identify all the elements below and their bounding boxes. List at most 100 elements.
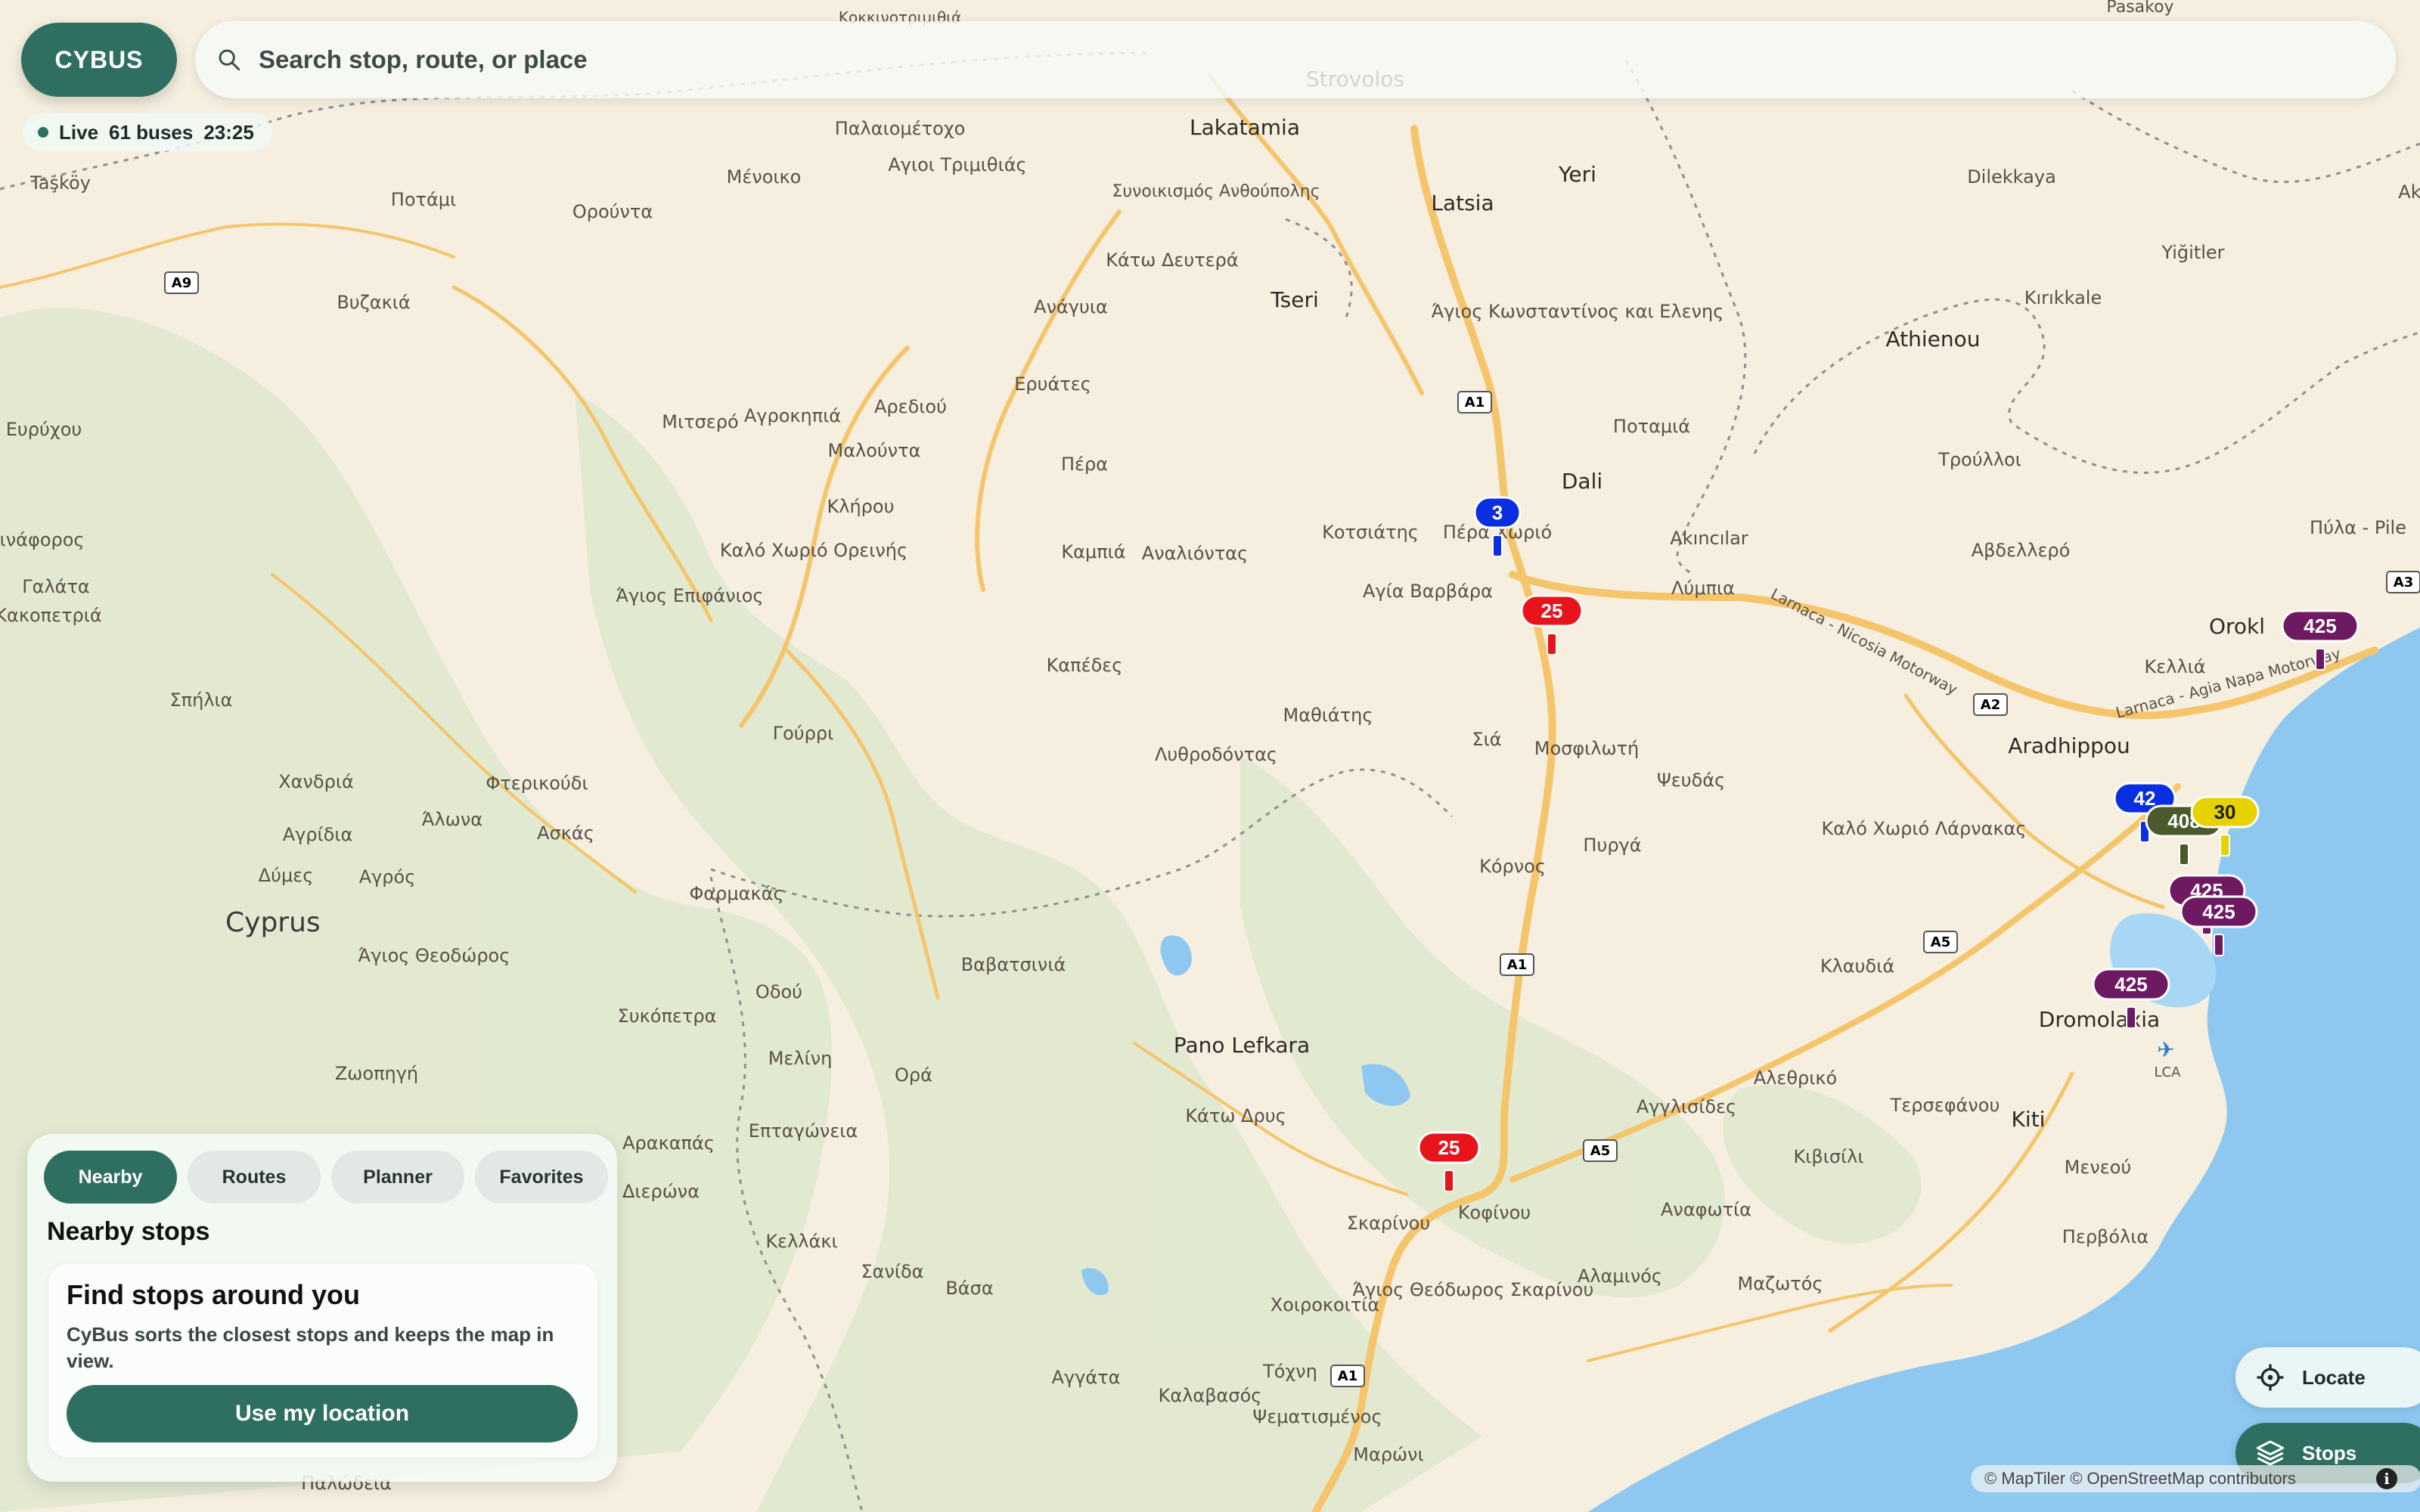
- svg-text:✈: ✈: [2157, 1038, 2174, 1061]
- tab-favorites[interactable]: Favorites: [475, 1151, 608, 1204]
- place-label: Kırıkkale: [2024, 287, 2102, 308]
- svg-text:A3: A3: [2394, 575, 2413, 590]
- place-label: Φτερικούδι: [486, 773, 588, 794]
- tab-planner[interactable]: Planner: [331, 1151, 464, 1204]
- place-label: Άγιος Θεοδώρος: [358, 945, 510, 966]
- place-label: Βαβατσινιά: [961, 954, 1066, 975]
- place-label: Άγιος Επιφάνιος: [616, 585, 763, 606]
- place-label: Μοσφιλωτή: [1534, 738, 1640, 759]
- place-label: Tseri: [1270, 287, 1319, 312]
- place-label: Πύλα - Pile: [2310, 517, 2406, 538]
- bus-vehicle-icon: [2126, 1006, 2136, 1029]
- live-time: 23:25: [203, 120, 254, 144]
- brand-logo[interactable]: CYBUS: [21, 23, 177, 97]
- place-label: Μένοικο: [727, 166, 802, 187]
- live-indicator-dot: [38, 127, 48, 138]
- nearby-panel: Nearby Routes Planner Favorites Nearby s…: [27, 1134, 617, 1482]
- search-input[interactable]: [257, 45, 2302, 75]
- place-label: Dali: [1562, 469, 1602, 494]
- place-label: Αναλιόντας: [1142, 543, 1248, 564]
- place-label: Ποταμιά: [1613, 416, 1690, 437]
- place-label: Κάτω Δευτερά: [1106, 249, 1239, 271]
- place-label: Αγροκηπιά: [744, 405, 841, 426]
- bus-count: 61 buses: [109, 120, 194, 144]
- place-label: Οδού: [755, 981, 802, 1002]
- place-label: Μαζωτός: [1738, 1273, 1823, 1294]
- use-my-location-button[interactable]: Use my location: [67, 1385, 578, 1442]
- place-label: Καλαβασός: [1159, 1385, 1262, 1406]
- place-label: Dromolaxia: [2039, 1007, 2160, 1032]
- place-label: Ορά: [895, 1064, 932, 1086]
- live-status-badge: Live 61 buses 23:25: [23, 113, 272, 151]
- place-label: Κοφίνου: [1458, 1202, 1531, 1223]
- place-label: Ζωοπηγή: [335, 1063, 418, 1084]
- place-label: Orokl: [2209, 614, 2265, 639]
- place-label: Αγγάτα: [1052, 1367, 1121, 1388]
- place-label: Μιτσερό: [662, 411, 738, 432]
- panel-title: Nearby stops: [47, 1217, 210, 1246]
- place-label: Τερσεφάνου: [1890, 1095, 2000, 1116]
- place-label: Καμπιά: [1061, 541, 1125, 562]
- place-label: Άγιος Θεόδωρος Σκαρίνου: [1353, 1279, 1594, 1300]
- tab-nearby[interactable]: Nearby: [44, 1151, 177, 1204]
- place-label: Κελλάκι: [765, 1231, 837, 1252]
- place-label: Aradhippou: [2008, 733, 2130, 758]
- place-label: Καλό Χωριό Ορεινής: [720, 540, 908, 561]
- place-label: Βάσα: [945, 1278, 993, 1299]
- place-label: Δύμες: [259, 865, 314, 886]
- place-label: Akdoğan: [2398, 181, 2420, 203]
- place-label: Akıncılar: [1670, 528, 1748, 549]
- place-label: Κακοπετριά: [0, 605, 102, 626]
- place-label: Επταγώνεια: [749, 1120, 858, 1142]
- bus-route-label: 42: [2134, 787, 2156, 810]
- place-label: Άγιος Κωνσταντίνος και Ελενης: [1432, 301, 1724, 322]
- info-icon[interactable]: i: [2376, 1468, 2397, 1489]
- place-label: Κλαυδιά: [1820, 956, 1894, 977]
- search-icon: [219, 49, 240, 71]
- place-label: Κοτσιάτης: [1322, 522, 1419, 543]
- place-label: Τόχνη: [1262, 1361, 1317, 1382]
- tab-routes[interactable]: Routes: [188, 1151, 321, 1204]
- place-label: Σπήλια: [170, 689, 233, 711]
- bus-vehicle-icon: [2214, 934, 2224, 956]
- place-label: Αρεδιού: [874, 396, 947, 417]
- airport-icon: ✈: [2157, 1038, 2174, 1061]
- place-label: Περβόλια: [2062, 1226, 2149, 1247]
- place-label: Γούρρι: [773, 723, 834, 744]
- locate-button[interactable]: Locate: [2235, 1347, 2420, 1408]
- place-label: Κιβισίλι: [1794, 1146, 1864, 1167]
- svg-text:A1: A1: [1465, 395, 1485, 411]
- map-attribution[interactable]: © MapTiler © OpenStreetMap contributors: [1971, 1465, 2420, 1492]
- place-label: Ανάγυια: [1034, 296, 1108, 318]
- bus-vehicle-icon: [1547, 633, 1557, 655]
- search-bar[interactable]: [195, 21, 2396, 98]
- place-label: Χανδριά: [278, 771, 354, 792]
- bus-route-label: 25: [1438, 1136, 1460, 1159]
- live-label: Live: [59, 120, 99, 144]
- place-label: Πέρα: [1061, 454, 1108, 475]
- crosshair-icon: [2257, 1364, 2284, 1391]
- place-label: Μαρώνι: [1353, 1444, 1423, 1465]
- place-label: Pano Lefkara: [1174, 1033, 1310, 1058]
- place-label: Διερώνα: [622, 1181, 700, 1202]
- place-label: LCA: [2155, 1064, 2182, 1080]
- place-label: Φαρμακάς: [689, 883, 783, 904]
- place-label: Σκαρίνου: [1347, 1213, 1430, 1234]
- place-label: Ευρύχου: [6, 419, 82, 440]
- place-label: Κάτω Δρυς: [1185, 1105, 1286, 1126]
- locate-label: Locate: [2302, 1365, 2366, 1389]
- place-label: Ψεματισμένος: [1252, 1406, 1382, 1427]
- place-label: Αλαμινός: [1578, 1266, 1662, 1287]
- bus-route-label: 425: [2202, 900, 2235, 923]
- svg-text:A9: A9: [172, 275, 191, 291]
- place-label: Μαθιάτης: [1283, 705, 1373, 726]
- svg-text:A1: A1: [1507, 957, 1527, 973]
- place-label: Πυργά: [1583, 835, 1641, 856]
- place-label: Kiti: [2012, 1107, 2046, 1132]
- bus-route-label: 425: [2114, 973, 2147, 996]
- place-label: Athienou: [1885, 327, 1980, 352]
- stops-label: Stops: [2302, 1441, 2357, 1464]
- place-label: Αρακαπάς: [622, 1132, 715, 1154]
- place-label: Κελλιά: [2144, 656, 2205, 677]
- place-label: Αβδελλερό: [1972, 540, 2071, 561]
